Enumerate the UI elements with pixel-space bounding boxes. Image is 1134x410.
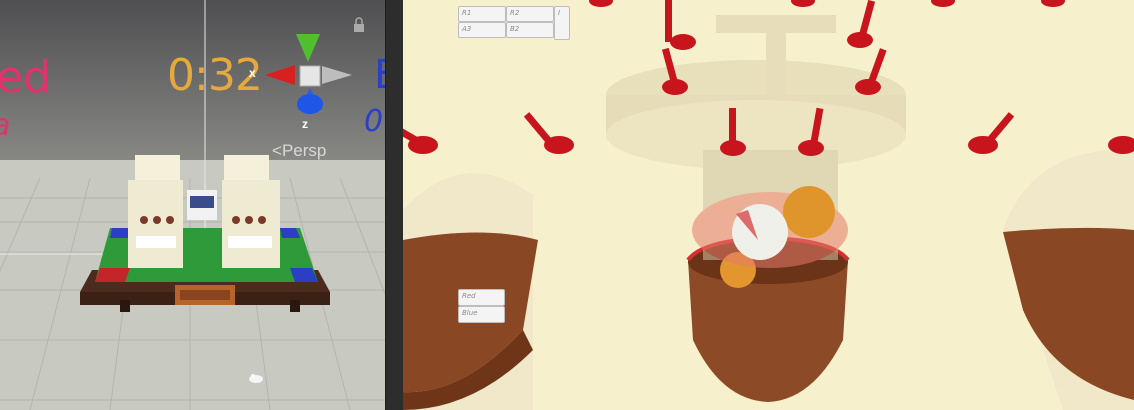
ball-white bbox=[732, 204, 788, 260]
team-label-blue: B bbox=[374, 52, 385, 98]
team-score-blue: 0 bbox=[364, 104, 384, 139]
score-cell-side: I bbox=[554, 6, 570, 40]
scene-view[interactable]: ed a B 0 0:32 x z <Persp bbox=[0, 0, 385, 410]
game-view[interactable]: R1 R2 A3 B2 I Red Blue bbox=[403, 0, 1134, 410]
projection-toggle[interactable]: <Persp bbox=[272, 141, 326, 161]
game-canvas bbox=[403, 0, 1134, 410]
score-cell-a3: A3 bbox=[458, 22, 506, 38]
gizmo-x-label: x bbox=[249, 66, 256, 80]
view-divider[interactable] bbox=[385, 0, 404, 410]
score-cell-r2: R2 bbox=[506, 6, 554, 22]
projection-label: Persp bbox=[281, 141, 327, 160]
chevron-left-icon: < bbox=[272, 141, 282, 160]
team-button-blue[interactable]: Blue bbox=[458, 306, 505, 323]
team-label-red: ed bbox=[0, 52, 51, 103]
score-cell-b2: B2 bbox=[506, 22, 554, 38]
score-cell-r1: R1 bbox=[458, 6, 506, 22]
team-score-red: a bbox=[0, 108, 10, 143]
match-timer: 0:32 bbox=[167, 50, 263, 101]
ball-orange bbox=[783, 186, 835, 238]
team-button-red[interactable]: Red bbox=[458, 289, 505, 306]
gizmo-z-label: z bbox=[302, 117, 308, 131]
